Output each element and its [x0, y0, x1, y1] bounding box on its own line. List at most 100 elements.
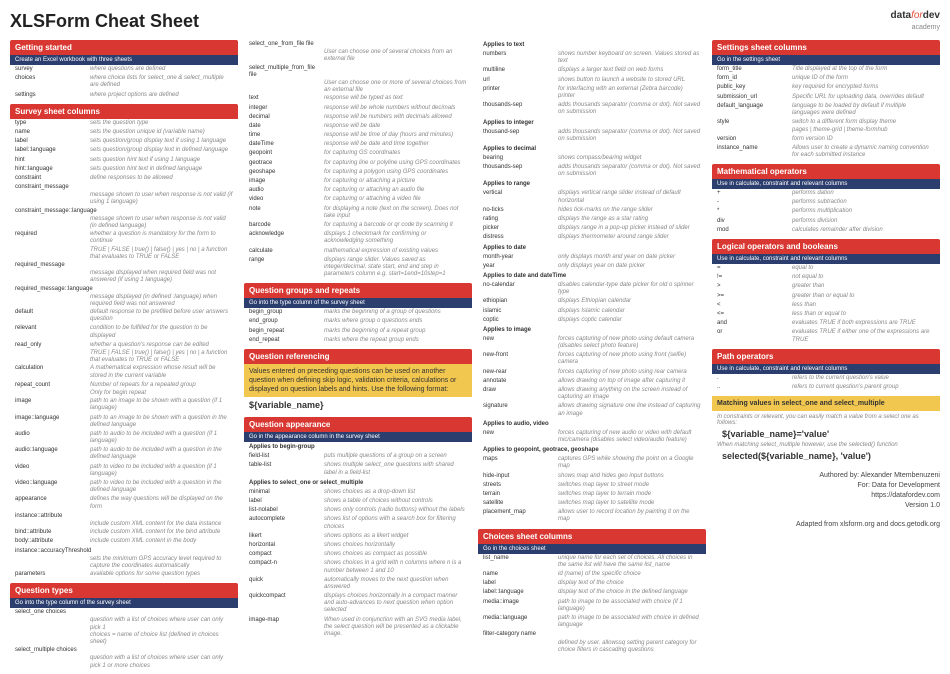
note: User can choose one or more of several c…	[244, 80, 472, 94]
note: TRUE | FALSE | true() | false() | yes | …	[10, 247, 238, 261]
section-subheader: Go in the appearance column in the surve…	[244, 432, 472, 442]
data-row: list_nameunique name for each set of cho…	[478, 554, 706, 570]
data-row: geopointfor capturing GS coordinates	[244, 149, 472, 158]
data-row: decimalresponse will be numbers with dec…	[244, 113, 472, 122]
note: message shown to user when response is n…	[10, 192, 238, 206]
data-row: likertshows options as a likert widget	[244, 532, 472, 541]
data-row: hintsets question hint text if using 1 l…	[10, 156, 238, 165]
data-row: thousands-sepadds thousands separator (c…	[478, 163, 706, 179]
section-header: Question groups and repeats	[244, 283, 472, 298]
data-row: distressdisplays thermometer around rang…	[478, 233, 706, 242]
section-header: Survey sheet columns	[10, 104, 238, 119]
section-header: Settings sheet columns	[712, 40, 940, 55]
data-row: end_repeatmarks where the repeat group e…	[244, 336, 472, 345]
section-header: Question types	[10, 583, 238, 598]
data-row: autocompleteshows list of options with a…	[244, 515, 472, 531]
data-row: newforces capturing of new audio or vide…	[478, 429, 706, 445]
page-title: XLSForm Cheat Sheet	[10, 11, 199, 32]
note: message displayed (in defined :language)…	[10, 294, 238, 308]
data-row: ratingdisplays the range as a star ratin…	[478, 215, 706, 224]
note: sets the minimum GPS accuracy level requ…	[10, 556, 238, 570]
data-row: yearonly displays year on date picker	[478, 262, 706, 271]
data-row: videopath to video to be included with a…	[10, 463, 238, 479]
info-box: Values entered on preceding questions ca…	[244, 364, 472, 397]
data-row: divperforms division	[712, 217, 940, 226]
data-row: imagefor capturing or attaching a pictur…	[244, 177, 472, 186]
section-subheader: Go in the choices sheet	[478, 544, 706, 554]
data-row: horizontalshows choices horizontally	[244, 541, 472, 550]
section-header: Question referencing	[244, 349, 472, 364]
footer: Authored by: Alexander MtembenuzeniFor: …	[712, 471, 940, 530]
data-row: body::attributeinclude custom XML conten…	[10, 537, 238, 546]
data-row: minimalshows choices as a drop-down list	[244, 488, 472, 497]
data-row: media::languagepath to image to be assoc…	[478, 614, 706, 630]
data-row: dateresponse will be date	[244, 122, 472, 131]
data-row: orevaluates TRUE if either one of the ex…	[712, 328, 940, 344]
data-row: nameid (name) of the specific choice	[478, 570, 706, 579]
data-row: mapscaptures GPS while showing the point…	[478, 455, 706, 471]
data-row: instance::attribute	[10, 512, 238, 521]
section-subheader: Use in calculate, constraint and relevan…	[712, 179, 940, 189]
data-row: annotateallows drawing on top of image a…	[478, 377, 706, 386]
data-row: drawallows drawing anything on the scree…	[478, 386, 706, 402]
section-header: Choices sheet columns	[478, 529, 706, 544]
data-row: begin_repeatmarks the beginning of a rep…	[244, 327, 472, 336]
data-row: +performs dation	[712, 189, 940, 198]
data-row: media::imagepath to image to be associat…	[478, 598, 706, 614]
data-row: compactshows choices as compact as possi…	[244, 550, 472, 559]
data-row: terrainswitches map layer to terrain mod…	[478, 490, 706, 499]
data-row: versionform version ID	[712, 135, 940, 144]
data-row: multilinedisplays a larger text field on…	[478, 66, 706, 75]
data-row: appearancedefines the way questions will…	[10, 495, 238, 511]
data-row: copticdisplays coptic calendar	[478, 316, 706, 325]
data-row: public_keykey required for encrypted for…	[712, 83, 940, 92]
section-subheader: Create an Excel workbook with three shee…	[10, 55, 238, 65]
data-row: verticaldisplays vertical range slider i…	[478, 189, 706, 205]
data-row: =equal to	[712, 264, 940, 273]
data-row: bind::attributeinclude custom XML conten…	[10, 528, 238, 537]
data-row: numbersshows number keyboard on screen. …	[478, 50, 706, 66]
data-row: requiredwhether a question is mandatory …	[10, 230, 238, 246]
data-row: pickerdisplays range in a pop-up picker …	[478, 224, 706, 233]
section-header: Matching values in select_one and select…	[712, 396, 940, 411]
data-row: calculatemathematical expression of exis…	[244, 247, 472, 256]
note: Only for begin repeat	[10, 390, 238, 397]
section-subheader: Go in the settings sheet	[712, 55, 940, 65]
data-row: constraint_message::language	[10, 207, 238, 216]
section-subheader: Use in calculate, constraint and relevan…	[712, 364, 940, 374]
data-row: labelsets question/group display text if…	[10, 137, 238, 146]
data-row: submission_urlSpecific URL for uploading…	[712, 93, 940, 102]
data-row: no-tickshides tick-marks on the range sl…	[478, 206, 706, 215]
data-row: textresponse will be typed as text	[244, 94, 472, 103]
note: choices = name of choice list (defined i…	[10, 632, 238, 646]
data-row: namesets the question unique id (variabl…	[10, 128, 238, 137]
data-row: new-rearforces capturing of new photo us…	[478, 368, 706, 377]
data-row: hint::languagesets question hint text in…	[10, 165, 238, 174]
data-row: >=greater than or equal to	[712, 292, 940, 301]
data-row: -performs subtraction	[712, 198, 940, 207]
data-row: dateTimeresponse will be date and time t…	[244, 140, 472, 149]
data-row: labelshows a table of choices without co…	[244, 497, 472, 506]
data-row: ..refers to current question's parent gr…	[712, 383, 940, 392]
data-row: labeldisplay text of the choice	[478, 579, 706, 588]
data-row: modcalculates remainder after division	[712, 226, 940, 235]
data-row: geotracefor capturing line or polyline u…	[244, 159, 472, 168]
data-row: rangedisplays range slider. Values saved…	[244, 256, 472, 280]
data-row: timeresponse will be time of day (hours …	[244, 131, 472, 140]
data-row: field-listputs multiple questions of a g…	[244, 452, 472, 461]
data-row: geoshapefor capturing a polygon using GP…	[244, 168, 472, 177]
data-row: list-nolabelshows only controls (radio b…	[244, 506, 472, 515]
data-row: >greater than	[712, 282, 940, 291]
data-row: default_languagelanguage to be loaded by…	[712, 102, 940, 118]
data-row: !=not equal to	[712, 273, 940, 282]
data-row: new-frontforces capturing of new photo u…	[478, 351, 706, 367]
data-row: required_message	[10, 261, 238, 270]
data-row: parametersavailable options for some que…	[10, 570, 238, 579]
section-header: Path operators	[712, 349, 940, 364]
data-row: filter-category name	[478, 630, 706, 639]
data-row: instance_nameAllows user to create a dyn…	[712, 144, 940, 160]
data-row: relevantcondition to be fulfilled for th…	[10, 324, 238, 340]
data-row: streetsswitches map layer to street mode	[478, 481, 706, 490]
data-row: video::languagepath to video to be inclu…	[10, 479, 238, 495]
data-row: calculationA mathematical expression who…	[10, 364, 238, 380]
